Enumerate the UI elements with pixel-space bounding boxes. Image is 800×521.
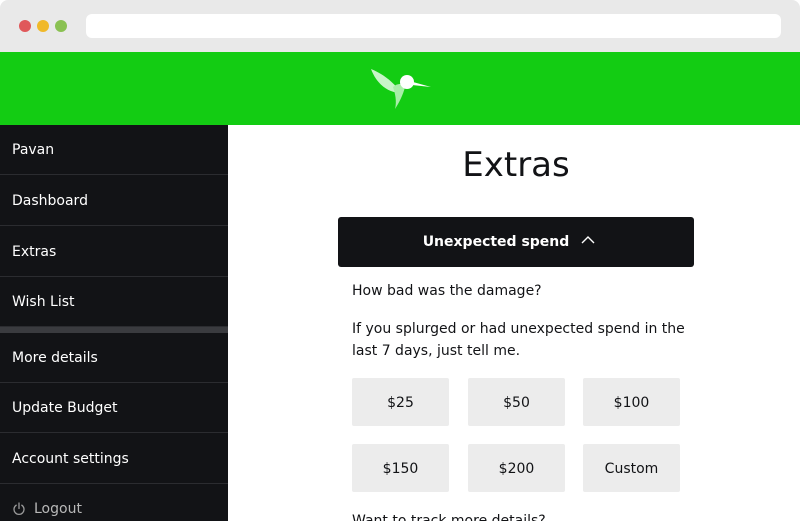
power-icon bbox=[13, 502, 25, 515]
accordion-label: Unexpected spend bbox=[422, 234, 570, 250]
track-more-details-text: Want to track more details? bbox=[352, 513, 546, 521]
maximize-window-dot[interactable] bbox=[55, 20, 67, 32]
sidebar-item-dashboard[interactable]: Dashboard bbox=[0, 176, 228, 226]
amount-150-button[interactable]: $150 bbox=[352, 444, 449, 492]
minimize-window-dot[interactable] bbox=[37, 20, 49, 32]
amount-50-button[interactable]: $50 bbox=[468, 378, 565, 426]
unexpected-spend-accordion-header[interactable]: Unexpected spend bbox=[338, 217, 694, 267]
app-header bbox=[0, 52, 800, 125]
page-title: Extras bbox=[462, 145, 570, 185]
sidebar-item-more-details[interactable]: More details bbox=[0, 333, 228, 383]
splurge-description: If you splurged or had unexpected spend … bbox=[352, 321, 685, 359]
hummingbird-logo-icon[interactable] bbox=[367, 63, 433, 113]
address-bar[interactable] bbox=[86, 14, 781, 38]
main-content: Extras Unexpected spend How bad was the … bbox=[228, 125, 800, 521]
sidebar-item-account-settings[interactable]: Account settings bbox=[0, 434, 228, 484]
browser-window: Pavan Dashboard Extras Wish List More de… bbox=[0, 0, 800, 521]
sidebar: Pavan Dashboard Extras Wish List More de… bbox=[0, 125, 228, 521]
close-window-dot[interactable] bbox=[19, 20, 31, 32]
amount-200-button[interactable]: $200 bbox=[468, 444, 565, 492]
sidebar-item-wish-list[interactable]: Wish List bbox=[0, 277, 228, 327]
custom-amount-button[interactable]: Custom bbox=[583, 444, 680, 492]
damage-question: How bad was the damage? bbox=[352, 283, 542, 299]
chevron-up-icon bbox=[581, 236, 595, 244]
logout-label: Logout bbox=[34, 501, 82, 517]
amount-25-button[interactable]: $25 bbox=[352, 378, 449, 426]
sidebar-item-extras[interactable]: Extras bbox=[0, 227, 228, 277]
sidebar-item-profile[interactable]: Pavan bbox=[0, 125, 228, 175]
logout-button[interactable]: Logout bbox=[0, 496, 228, 521]
browser-toolbar bbox=[0, 0, 800, 52]
sidebar-item-update-budget[interactable]: Update Budget bbox=[0, 383, 228, 433]
amount-100-button[interactable]: $100 bbox=[583, 378, 680, 426]
